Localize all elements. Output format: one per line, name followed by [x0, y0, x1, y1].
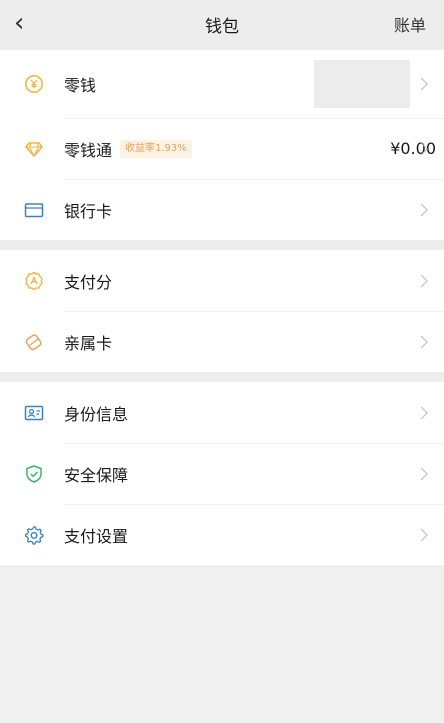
row-pay-settings[interactable]: 支付设置: [0, 504, 444, 565]
row-change[interactable]: 零钱: [0, 50, 444, 118]
empty-area: [0, 565, 444, 723]
score-badge-icon: [24, 271, 44, 291]
chevron-right-icon: [415, 335, 428, 348]
id-card-icon: [24, 403, 44, 423]
section-divider: [0, 240, 444, 250]
row-label: 支付设置: [64, 526, 129, 546]
chevron-right-icon: [415, 77, 428, 91]
diamond-icon: [24, 139, 44, 159]
row-change-plus[interactable]: 零钱通 收益率1.93% ¥0.00: [0, 118, 444, 179]
row-label: 身份信息: [64, 404, 129, 424]
wallet-group-settings: 身份信息 安全保障 支付设置: [0, 382, 444, 565]
row-identity[interactable]: 身份信息: [0, 382, 444, 443]
page-title: 钱包: [205, 17, 239, 37]
nav-bar: ‹ 钱包 账单: [0, 0, 444, 50]
chevron-right-icon: [415, 274, 428, 287]
family-card-icon: [24, 332, 44, 352]
balance-value: ¥0.00: [390, 139, 436, 158]
chevron-right-icon: [415, 467, 428, 480]
yield-badge: 收益率1.93%: [120, 139, 192, 158]
chevron-right-icon: [415, 406, 428, 419]
row-bank-card[interactable]: 银行卡: [0, 179, 444, 240]
row-family-card[interactable]: 亲属卡: [0, 311, 444, 372]
wallet-group-balance: 零钱 零钱通 收益率1.93% ¥0.00 银行卡: [0, 50, 444, 240]
gear-icon: [24, 525, 44, 545]
section-divider: [0, 372, 444, 382]
chevron-right-icon: [415, 203, 428, 216]
bill-button[interactable]: 账单: [394, 12, 426, 36]
row-security[interactable]: 安全保障: [0, 443, 444, 504]
wallet-group-services: 支付分 亲属卡: [0, 250, 444, 372]
row-pay-score[interactable]: 支付分: [0, 250, 444, 311]
row-label: 支付分: [64, 272, 113, 292]
row-label: 亲属卡: [64, 333, 113, 353]
bank-card-icon: [24, 200, 44, 220]
row-label: 安全保障: [64, 465, 129, 485]
row-label: 零钱通: [64, 140, 113, 160]
row-label: 零钱: [64, 76, 97, 95]
shield-check-icon: [24, 464, 44, 484]
coin-yuan-icon: [24, 74, 44, 94]
chevron-right-icon: [415, 528, 428, 541]
row-label: 银行卡: [64, 201, 113, 221]
balance-placeholder: [314, 60, 410, 108]
